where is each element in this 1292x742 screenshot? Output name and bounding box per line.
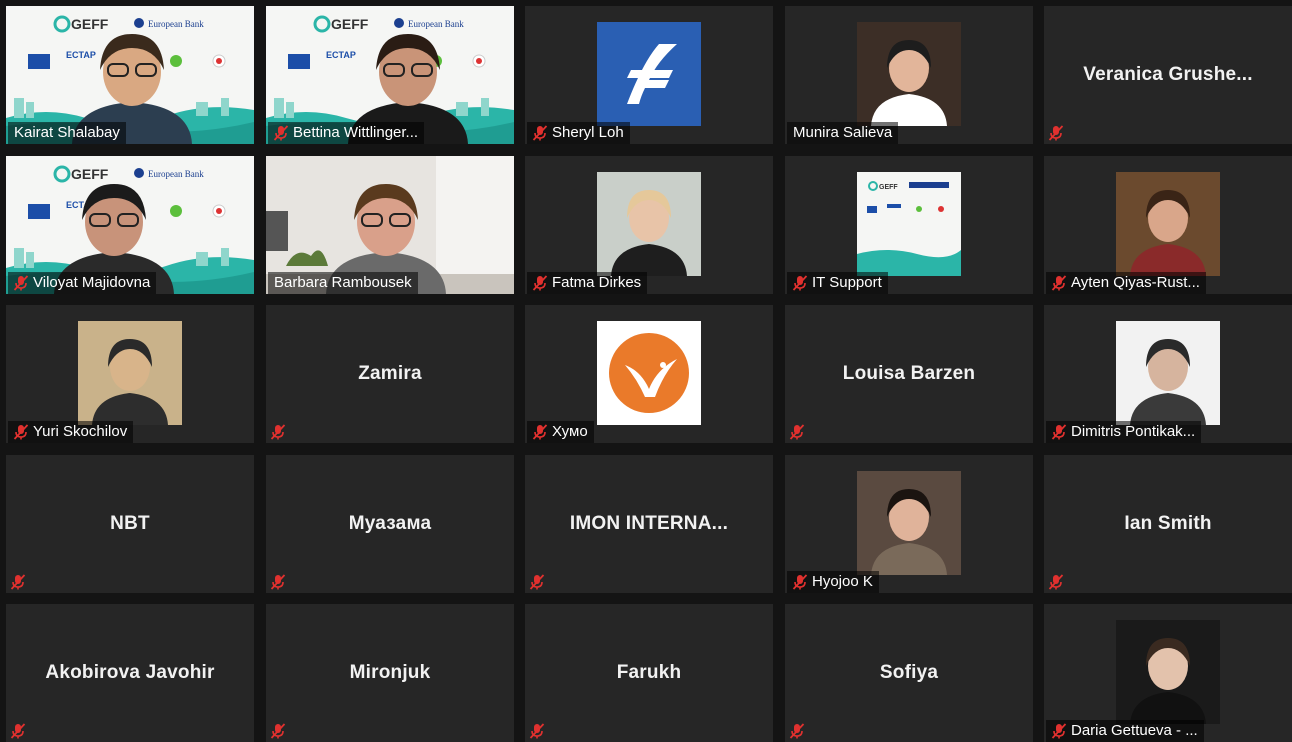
participant-tile[interactable]: Munira Salieva [785,6,1033,144]
participant-tile[interactable]: Yuri Skochilov [6,305,254,443]
participant-label: Fatma Dirkes [527,272,648,294]
participant-label: Munira Salieva [787,122,899,144]
participant-tile[interactable]: GEFF IT Support [785,156,1033,294]
mic-muted-icon [269,722,287,740]
participant-tile[interactable]: Zamira [266,305,514,443]
participant-tile[interactable]: Daria Gettueva - ... [1044,604,1292,742]
participant-tile[interactable]: Sheryl Loh [525,6,773,144]
participant-tile[interactable]: IMON INTERNA... [525,455,773,593]
participant-tile[interactable]: Mironjuk [266,604,514,742]
participant-name: Bettina Wittlinger... [293,124,419,141]
participant-tile[interactable]: Fatma Dirkes [525,156,773,294]
mic-muted-icon [269,573,287,591]
mic-muted-icon [9,722,27,740]
participant-name: Dimitris Pontikak... [1071,423,1196,440]
participant-name: Barbara Rambousek [274,274,412,291]
participant-tile[interactable]: GEFF European Bank ECTAP Kairat Shalabay [6,6,254,144]
participant-label: Daria Gettueva - ... [1046,720,1204,742]
mic-muted-icon [531,124,549,142]
slide-thumbnail: GEFF [857,172,961,276]
participant-label: Viloyat Majidovna [8,272,157,294]
participant-tile[interactable]: NBT [6,455,254,593]
participant-photo [78,321,182,425]
participant-name: Хумо [552,423,588,440]
mic-muted-icon [788,423,806,441]
mic-muted-icon [12,423,30,441]
participant-name: Mironjuk [349,662,431,683]
participant-name: Veranica Grushe... [1083,64,1253,85]
mic-muted-icon [528,573,546,591]
participant-label: Barbara Rambousek [268,272,418,294]
participant-photo [597,172,701,276]
app-logo-icon [597,22,701,126]
participant-tile[interactable]: GEFF European Bank ECTAP Bettina Wittlinger… [266,6,514,144]
mic-muted-icon [528,722,546,740]
participant-name: Akobirova Javohir [45,662,215,683]
participant-label: Kairat Shalabay [8,122,126,144]
participant-tile[interactable]: Хумо [525,305,773,443]
participant-tile[interactable]: Farukh [525,604,773,742]
participant-tile[interactable]: Ayten Qiyas-Rust... [1044,156,1292,294]
participant-name: Daria Gettueva - ... [1071,722,1198,739]
participant-name: Kairat Shalabay [14,124,120,141]
participant-photo [857,471,961,575]
participant-label: Yuri Skochilov [8,421,134,443]
gallery-grid: GEFF European Bank ECTAP Kairat Shalabay GEF… [0,0,1292,742]
mic-muted-icon [1050,722,1068,740]
participant-name: Fatma Dirkes [552,274,642,291]
mic-muted-icon [531,423,549,441]
mic-muted-icon [12,274,30,292]
participant-name: NBT [110,513,150,534]
participant-label: Sheryl Loh [527,122,630,144]
participant-name: Munira Salieva [793,124,893,141]
participant-tile[interactable]: Ian Smith [1044,455,1292,593]
participant-tile[interactable]: Akobirova Javohir [6,604,254,742]
participant-label: Bettina Wittlinger... [268,122,425,144]
participant-name: Louisa Barzen [842,363,976,384]
participant-tile[interactable]: Louisa Barzen [785,305,1033,443]
participant-name: Ian Smith [1124,513,1212,534]
svg-text:GEFF: GEFF [879,184,898,191]
mic-muted-icon [272,124,290,142]
participant-label: Хумо [527,421,594,443]
participant-name: Hyojoo K [812,573,873,590]
participant-label: Hyojoo K [787,571,879,593]
mic-muted-icon [791,274,809,292]
participant-photo [857,22,961,126]
mic-muted-icon [1047,124,1065,142]
participant-photo [1116,172,1220,276]
mic-muted-icon [788,722,806,740]
participant-name: IMON INTERNA... [569,513,729,534]
participant-name: Farukh [616,662,682,683]
mic-muted-icon [269,423,287,441]
participant-tile[interactable]: Hyojoo K [785,455,1033,593]
participant-name: Муазама [348,513,432,534]
participant-name: Sheryl Loh [552,124,624,141]
participant-name: Zamira [358,363,422,384]
participant-photo [1116,321,1220,425]
bird-logo-icon [597,321,701,425]
participant-name: Ayten Qiyas-Rust... [1071,274,1200,291]
participant-photo [1116,620,1220,724]
participant-name: IT Support [812,274,882,291]
participant-tile[interactable]: GEFF European Bank ECTAP Viloyat Majidovna [6,156,254,294]
mic-muted-icon [1050,423,1068,441]
participant-name: Yuri Skochilov [33,423,128,440]
mic-muted-icon [9,573,27,591]
mic-muted-icon [1047,573,1065,591]
mic-muted-icon [531,274,549,292]
participant-name: Viloyat Majidovna [33,274,151,291]
participant-tile[interactable]: Barbara Rambousek [266,156,514,294]
mic-muted-icon [791,573,809,591]
participant-label: IT Support [787,272,888,294]
participant-tile[interactable]: Sofiya [785,604,1033,742]
participant-tile[interactable]: Муазама [266,455,514,593]
participant-name: Sofiya [879,662,939,683]
participant-tile[interactable]: Dimitris Pontikak... [1044,305,1292,443]
participant-tile[interactable]: Veranica Grushe... [1044,6,1292,144]
participant-label: Dimitris Pontikak... [1046,421,1202,443]
participant-label: Ayten Qiyas-Rust... [1046,272,1206,294]
mic-muted-icon [1050,274,1068,292]
